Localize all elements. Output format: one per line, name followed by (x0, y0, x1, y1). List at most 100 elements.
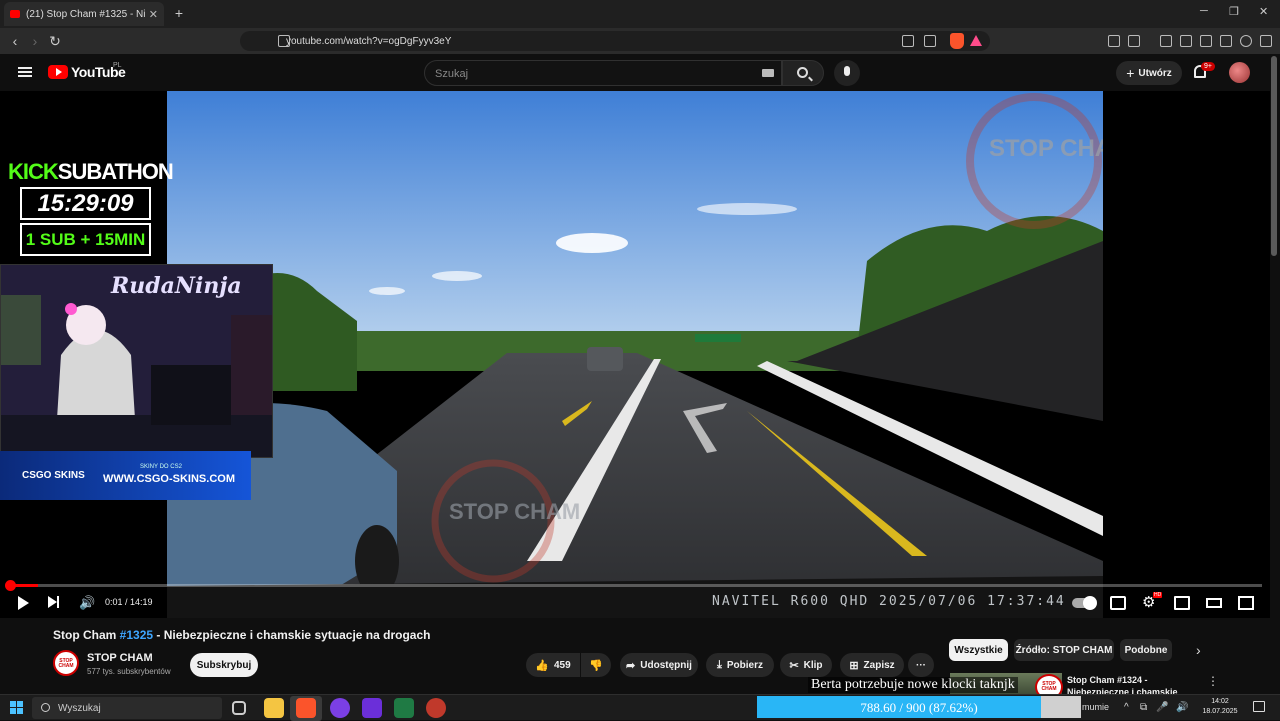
keyboard-icon[interactable] (762, 69, 774, 77)
autoplay-toggle[interactable] (1072, 596, 1097, 610)
reload-button[interactable]: ↻ (46, 32, 64, 50)
sponsor-tagline: SKINY DO CS2 (140, 464, 182, 470)
region-code: PL (113, 62, 122, 69)
close-window-button[interactable]: ✕ (1259, 5, 1268, 18)
brave-shields-icon[interactable] (950, 33, 964, 49)
taskbar-search-input[interactable]: Wyszukaj (32, 697, 222, 719)
chevron-right-icon[interactable]: › (1196, 642, 1201, 658)
subtitles-icon[interactable] (1110, 596, 1126, 610)
chip-all[interactable]: Wszystkie (949, 639, 1008, 661)
url-text: youtube.com/watch?v=ogDgFyyv3eY (286, 35, 452, 47)
sponsor-url: WWW.CSGO-SKINS.COM (103, 473, 235, 485)
chip-related[interactable]: Podobne (1120, 639, 1172, 661)
sidebar-icon[interactable] (1180, 35, 1192, 47)
browser-toolbar: ‹ › ↻ youtube.com/watch?v=ogDgFyyv3eY (0, 28, 1280, 54)
download-button[interactable]: ⤓ Pobierz (706, 653, 774, 677)
xbox-icon[interactable] (394, 698, 414, 718)
minimize-button[interactable]: ─ (1200, 5, 1208, 17)
more-actions-icon: ··· (916, 659, 926, 671)
fullscreen-icon[interactable] (1238, 596, 1254, 610)
channel-name[interactable]: STOP CHAM (87, 652, 153, 664)
restore-button[interactable]: ❐ (1229, 5, 1239, 18)
more-actions-button[interactable]: ··· (908, 653, 934, 677)
extensions-icon[interactable] (1108, 35, 1120, 47)
voice-search-button[interactable] (834, 60, 860, 86)
media-icon[interactable] (1160, 35, 1172, 47)
download-label: Pobierz (726, 659, 763, 671)
wallet-icon[interactable] (1128, 35, 1140, 47)
address-bar[interactable]: youtube.com/watch?v=ogDgFyyv3eY (240, 31, 990, 51)
recommended-menu-icon[interactable]: ⋮ (1207, 674, 1219, 688)
tray-display-icon[interactable]: ⧉ (1140, 702, 1147, 713)
save-button[interactable]: ⊞ Zapisz (840, 653, 904, 677)
taskbar-clock[interactable]: 14:02 18.07.2025 (1200, 697, 1240, 717)
page-scrollbar[interactable] (1271, 56, 1277, 256)
time-display: 0:01 / 14:19 (105, 597, 153, 607)
next-video-icon[interactable] (48, 596, 59, 608)
tray-overflow-icon[interactable]: ^ (1124, 702, 1129, 713)
play-icon[interactable] (18, 596, 29, 610)
sponsor-brand: CSGO SKINS (22, 470, 85, 481)
share-icon: ➦ (626, 659, 636, 672)
account-avatar[interactable] (1229, 62, 1250, 83)
downloads-icon[interactable] (1200, 35, 1212, 47)
like-icon: 👍 (535, 659, 549, 672)
hamburger-menu-icon[interactable] (18, 67, 32, 77)
vpn-icon[interactable] (1240, 35, 1252, 47)
save-icon: ⊞ (849, 659, 859, 672)
leo-ai-icon[interactable] (1220, 35, 1232, 47)
share-button[interactable]: ➦ Udostępnij (620, 653, 698, 677)
tray-microphone-icon[interactable]: 🎤 (1156, 702, 1168, 713)
subathon-word: SUBATHON (57, 159, 174, 184)
title-hashtag[interactable]: #1325 (120, 628, 153, 642)
share-page-icon[interactable] (924, 35, 936, 47)
like-button[interactable]: 👍 459 (526, 653, 580, 677)
discord-icon[interactable] (330, 698, 350, 718)
clip-icon: ✂ (789, 659, 799, 672)
brave-browser-icon[interactable] (296, 698, 316, 718)
tab-close-icon[interactable]: ✕ (149, 8, 158, 21)
brave-rewards-icon[interactable] (970, 35, 982, 46)
theater-mode-icon[interactable] (1206, 598, 1222, 608)
chip-source[interactable]: Źródło: STOP CHAM (1014, 639, 1114, 661)
settings-gear-icon[interactable]: ⚙ (1142, 595, 1158, 610)
create-button[interactable]: + Utwórz (1116, 61, 1182, 85)
file-explorer-icon[interactable] (264, 698, 284, 718)
search-input[interactable]: Szukaj (424, 60, 782, 86)
streamer-name: RudaNinja (111, 273, 242, 299)
subscriber-count: 577 tys. subskrybentów (87, 667, 171, 676)
search-button[interactable] (782, 60, 824, 86)
clip-button[interactable]: ✂ Klip (780, 653, 832, 677)
subscribe-button[interactable]: Subskrybuj (190, 653, 258, 677)
dislike-button[interactable]: 👎 (581, 653, 611, 677)
watermark-center: STOP CHAM (449, 499, 580, 524)
cast-icon[interactable] (902, 35, 914, 47)
video-frame[interactable]: STOP CHAM STOP CHAM (167, 91, 1103, 618)
media-app-icon[interactable] (426, 698, 446, 718)
menu-icon[interactable] (1260, 35, 1272, 47)
dislike-icon: 👎 (589, 659, 603, 672)
clip-label: Klip (803, 659, 823, 671)
task-view-icon[interactable] (232, 701, 246, 715)
youtube-logo-icon[interactable] (48, 65, 68, 79)
back-button[interactable]: ‹ (6, 32, 24, 50)
miniplayer-icon[interactable] (1174, 596, 1190, 610)
new-tab-button[interactable]: + (170, 4, 188, 22)
search-icon (797, 67, 808, 78)
progress-bar[interactable] (5, 580, 1262, 591)
video-player[interactable]: STOP CHAM STOP CHAM KICKSUBATHON 15:29:0… (0, 91, 1270, 618)
windows-start-icon[interactable] (10, 701, 23, 714)
tab-title: (21) Stop Cham #1325 - Niebezpieczne i c… (26, 8, 145, 20)
download-icon: ⤓ (717, 658, 722, 671)
tray-volume-icon[interactable]: 🔊 (1176, 702, 1188, 713)
watermark-top: STOP CHAM (989, 135, 1103, 162)
forward-button[interactable]: › (26, 32, 44, 50)
channel-avatar[interactable] (53, 650, 79, 676)
progress-scrubber[interactable] (5, 580, 16, 591)
notification-center-icon[interactable] (1253, 701, 1265, 712)
recommended-title[interactable]: Stop Cham #1324 - Niebezpieczne i chamsk… (1067, 674, 1187, 694)
browser-tab[interactable]: (21) Stop Cham #1325 - Niebezpieczne i c… (4, 2, 164, 26)
site-info-icon[interactable] (278, 35, 290, 47)
nzxt-icon[interactable] (362, 698, 382, 718)
volume-icon[interactable]: 🔊 (79, 596, 95, 610)
